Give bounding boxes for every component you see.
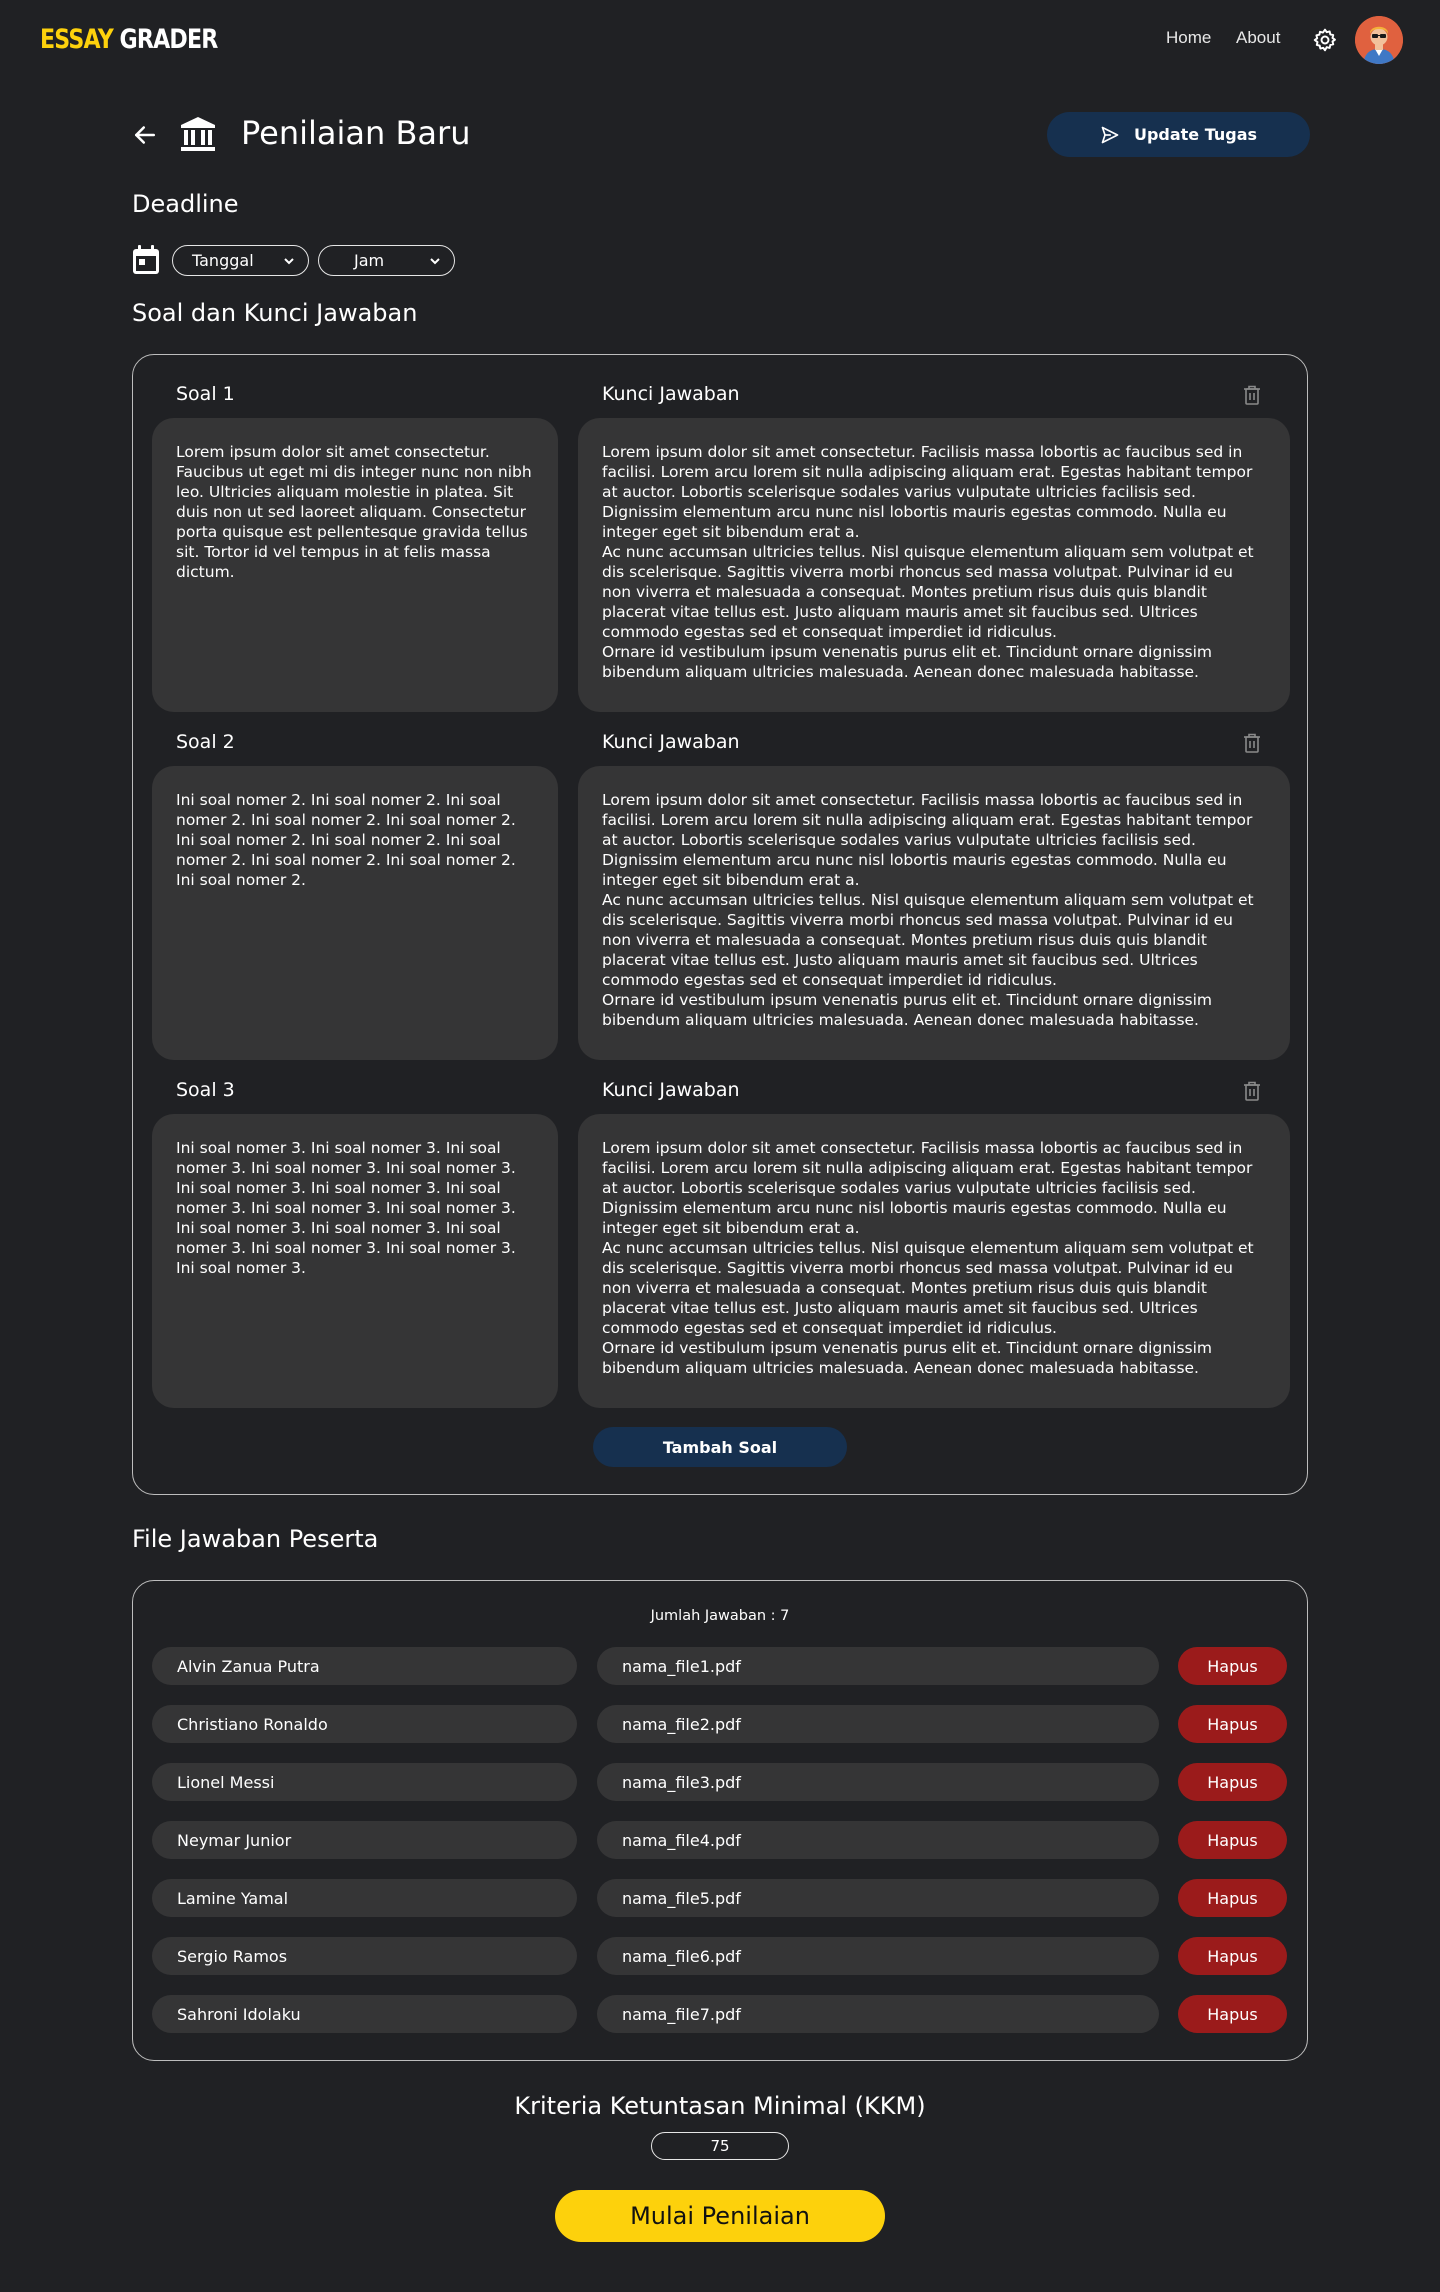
participant-name: Christiano Ronaldo [152,1705,577,1743]
send-icon [1101,126,1119,143]
navbar: ESSAY GRADER Home About [0,0,1440,80]
kunci-label: Kunci Jawaban [602,1079,740,1101]
time-select[interactable]: Jam [318,245,455,276]
date-select-value: Tanggal [192,251,254,270]
chevron-down-icon [284,258,294,265]
file-name[interactable]: nama_file1.pdf [597,1647,1159,1685]
tambah-soal-button[interactable]: Tambah Soal [593,1427,847,1467]
kunci-label: Kunci Jawaban [602,731,740,753]
hapus-button[interactable]: Hapus [1178,1763,1287,1801]
file-name[interactable]: nama_file7.pdf [597,1995,1159,2033]
file-section-heading: File Jawaban Peserta [132,1525,379,1553]
kunci-jawaban-box[interactable]: Lorem ipsum dolor sit amet consectetur. … [578,1114,1290,1408]
participant-name: Sergio Ramos [152,1937,577,1975]
file-row: Alvin Zanua Putra nama_file1.pdf Hapus [133,1647,1307,1685]
hapus-button[interactable]: Hapus [1178,1937,1287,1975]
soal-text-box[interactable]: Lorem ipsum dolor sit amet consectetur. … [152,418,558,712]
mulai-penilaian-button[interactable]: Mulai Penilaian [555,2190,885,2242]
file-name[interactable]: nama_file6.pdf [597,1937,1159,1975]
participant-name: Alvin Zanua Putra [152,1647,577,1685]
file-row: Sergio Ramos nama_file6.pdf Hapus [133,1937,1307,1975]
kunci-jawaban-box[interactable]: Lorem ipsum dolor sit amet consectetur. … [578,766,1290,1060]
soal-label: Soal 2 [176,731,235,753]
hapus-button[interactable]: Hapus [1178,1821,1287,1859]
file-name[interactable]: nama_file4.pdf [597,1821,1159,1859]
participant-name: Neymar Junior [152,1821,577,1859]
soal-label: Soal 3 [176,1079,235,1101]
deadline-heading: Deadline [132,190,239,218]
file-row: Lamine Yamal nama_file5.pdf Hapus [133,1879,1307,1917]
app-logo[interactable]: ESSAY GRADER [40,20,218,58]
kkm-input[interactable] [651,2132,789,2160]
trash-icon[interactable] [1243,733,1261,753]
nav-about-link[interactable]: About [1236,28,1280,48]
nav-home-link[interactable]: Home [1166,28,1211,48]
answer-count: Jumlah Jawaban : 7 [650,1608,790,1624]
soal-text-box[interactable]: Ini soal nomer 3. Ini soal nomer 3. Ini … [152,1114,558,1408]
soal-label: Soal 1 [176,383,235,405]
gear-icon[interactable] [1312,27,1338,53]
file-row: Christiano Ronaldo nama_file2.pdf Hapus [133,1705,1307,1743]
file-row: Lionel Messi nama_file3.pdf Hapus [133,1763,1307,1801]
file-panel: Jumlah Jawaban : 7 Alvin Zanua Putra nam… [132,1580,1308,2061]
time-select-value: Jam [354,251,385,270]
soal-section-heading: Soal dan Kunci Jawaban [132,299,418,327]
participant-name: Lamine Yamal [152,1879,577,1917]
calendar-icon [133,245,159,274]
trash-icon[interactable] [1243,385,1261,405]
logo-text-essay: ESSAY [40,23,114,55]
file-row: Sahroni Idolaku nama_file7.pdf Hapus [133,1995,1307,2033]
hapus-button[interactable]: Hapus [1178,1647,1287,1685]
bank-icon [181,117,215,151]
file-row: Neymar Junior nama_file4.pdf Hapus [133,1821,1307,1859]
soal-text-box[interactable]: Ini soal nomer 2. Ini soal nomer 2. Ini … [152,766,558,1060]
chevron-down-icon [430,258,440,265]
kkm-heading: Kriteria Ketuntasan Minimal (KKM) [514,2092,926,2120]
kunci-label: Kunci Jawaban [602,383,740,405]
user-avatar[interactable] [1355,16,1403,64]
trash-icon[interactable] [1243,1081,1261,1101]
arrow-left-icon[interactable] [130,120,160,150]
date-select[interactable]: Tanggal [172,245,309,276]
soal-panel: Soal 1 Kunci Jawaban Lorem ipsum dolor s… [132,354,1308,1495]
page-title: Penilaian Baru [241,114,471,152]
avatar-illustration [1355,16,1403,64]
hapus-button[interactable]: Hapus [1178,1705,1287,1743]
hapus-button[interactable]: Hapus [1178,1879,1287,1917]
update-tugas-label: Update Tugas [1133,125,1258,144]
file-name[interactable]: nama_file5.pdf [597,1879,1159,1917]
file-name[interactable]: nama_file2.pdf [597,1705,1159,1743]
hapus-button[interactable]: Hapus [1178,1995,1287,2033]
participant-name: Lionel Messi [152,1763,577,1801]
file-name[interactable]: nama_file3.pdf [597,1763,1159,1801]
update-tugas-button[interactable]: Update Tugas [1047,112,1310,157]
kunci-jawaban-box[interactable]: Lorem ipsum dolor sit amet consectetur. … [578,418,1290,712]
participant-name: Sahroni Idolaku [152,1995,577,2033]
logo-text-grader: GRADER [119,23,219,55]
